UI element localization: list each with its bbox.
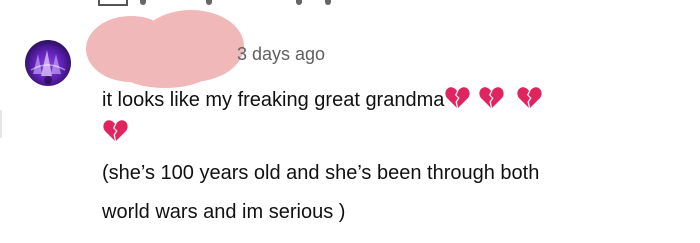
comment-text: (she’s 100 years old and she’s been thro… <box>102 162 540 184</box>
broken-heart-icon <box>516 86 542 110</box>
comment: 3 days ago it looks like my freaking gre… <box>0 0 700 243</box>
broken-heart-icon <box>478 86 504 110</box>
broken-heart-icon <box>444 86 470 110</box>
comment-text: world wars and im serious ) <box>102 201 346 223</box>
redacted-username <box>86 10 244 88</box>
comment-text: it looks like my freaking great grandma <box>102 89 445 111</box>
comment-text-line: it looks like my freaking great grandma <box>102 86 542 113</box>
comment-timestamp[interactable]: 3 days ago <box>237 43 325 65</box>
comment-text-line <box>102 119 128 146</box>
broken-heart-icon <box>102 119 128 143</box>
avatar-image <box>30 50 66 84</box>
avatar[interactable] <box>25 40 71 86</box>
